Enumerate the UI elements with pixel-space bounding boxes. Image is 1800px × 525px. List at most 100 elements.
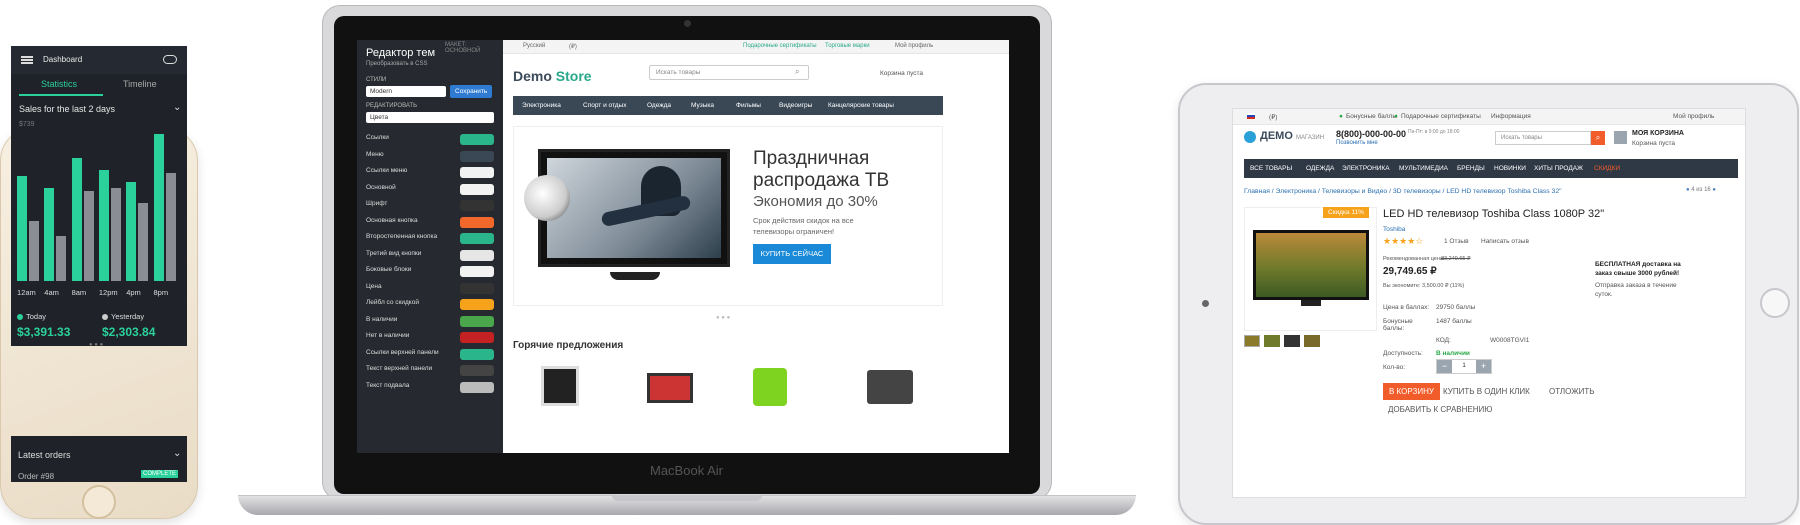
cart-link[interactable]: Корзина пуста bbox=[880, 70, 923, 77]
cart-icon[interactable] bbox=[1614, 131, 1627, 144]
thumb-1[interactable] bbox=[1244, 335, 1260, 347]
save-button[interactable]: Сохранить bbox=[450, 85, 493, 98]
color-row: Текст верхней панели bbox=[366, 365, 494, 381]
today-dot-icon bbox=[17, 314, 23, 320]
nav-item[interactable]: ХИТЫ ПРОДАЖ bbox=[1534, 165, 1583, 172]
product-image-frame[interactable] bbox=[1244, 207, 1377, 331]
convert-css-link[interactable]: Преобразовать в CSS bbox=[366, 61, 427, 67]
toggle-icon[interactable] bbox=[163, 55, 177, 64]
store-logo[interactable]: ДЕМО МАГАЗИН bbox=[1260, 130, 1324, 142]
color-swatch[interactable] bbox=[460, 134, 494, 145]
gift-link[interactable]: Подарочные сертификаты bbox=[743, 43, 817, 49]
chevron-down-icon[interactable]: ⌄ bbox=[173, 448, 181, 459]
product-thumb-phone[interactable] bbox=[753, 368, 787, 406]
style-select[interactable]: Modern bbox=[366, 86, 446, 97]
color-swatch[interactable] bbox=[460, 282, 494, 294]
buy-now-button[interactable]: КУПИТЬ СЕЙЧАС bbox=[753, 244, 831, 264]
search-icon[interactable]: ⌕ bbox=[1591, 131, 1605, 145]
nav-item[interactable]: ВСЕ ТОВАРЫ bbox=[1250, 165, 1292, 172]
search-input[interactable]: Искать товары bbox=[1495, 131, 1591, 145]
rating-stars[interactable]: ★★★★☆ bbox=[1383, 236, 1423, 247]
product-thumb-tablet[interactable] bbox=[541, 366, 579, 406]
nav-item[interactable]: Спорт и отдых bbox=[583, 102, 626, 109]
product-thumb-laptop[interactable] bbox=[647, 373, 693, 403]
brand-link[interactable]: Toshiba bbox=[1383, 226, 1405, 233]
color-swatch[interactable] bbox=[460, 233, 494, 244]
profile-link[interactable]: Мой профиль bbox=[1673, 113, 1714, 120]
breadcrumb[interactable]: Главная / Электроника / Телевизоры и Вид… bbox=[1244, 188, 1562, 195]
chevron-down-icon[interactable]: ⌄ bbox=[173, 102, 181, 113]
compare-button[interactable]: ДОБАВИТЬ К СРАВНЕНИЮ bbox=[1388, 405, 1492, 414]
nav-item[interactable]: Музыка bbox=[691, 102, 714, 109]
thumb-4[interactable] bbox=[1304, 335, 1320, 347]
nav-item[interactable]: Одежда bbox=[647, 102, 671, 109]
nav-item[interactable]: ОДЕЖДА bbox=[1306, 165, 1334, 172]
brands-link[interactable]: Торговые марки bbox=[825, 43, 870, 49]
color-row: Ссылки меню bbox=[366, 167, 494, 183]
currency-select[interactable]: (₽) bbox=[1269, 113, 1277, 121]
bar-today bbox=[126, 182, 137, 281]
bonus-link[interactable]: Бонусные баллы bbox=[1346, 113, 1397, 120]
plus-icon[interactable]: + bbox=[1476, 360, 1491, 373]
sales-bar-chart bbox=[17, 131, 181, 281]
one-click-button[interactable]: КУПИТЬ В ОДИН КЛИК bbox=[1443, 387, 1530, 396]
search-icon[interactable]: ⌕ bbox=[795, 67, 799, 77]
hamburger-icon[interactable] bbox=[21, 56, 33, 64]
nav-item[interactable]: ЭЛЕКТРОНИКА bbox=[1342, 165, 1390, 172]
color-swatch[interactable] bbox=[460, 266, 494, 277]
nav-item[interactable]: Канцелярские товары bbox=[828, 102, 894, 109]
thumb-2[interactable] bbox=[1264, 335, 1280, 347]
pager[interactable]: ● 4 из 16 ● bbox=[1686, 187, 1716, 193]
gift-link[interactable]: Подарочные сертификаты bbox=[1401, 113, 1481, 120]
logo-icon bbox=[1244, 131, 1256, 143]
color-swatch[interactable] bbox=[460, 200, 494, 211]
color-swatch[interactable] bbox=[460, 381, 494, 393]
qty-input[interactable]: 1 bbox=[1456, 362, 1472, 369]
banner-subheading: Экономия до 30% bbox=[753, 193, 878, 210]
color-swatch[interactable] bbox=[460, 249, 494, 261]
reviews-link[interactable]: 1 Отзыв bbox=[1444, 238, 1469, 245]
tab-statistics[interactable]: Statistics bbox=[41, 79, 77, 89]
color-swatch[interactable] bbox=[460, 332, 494, 343]
color-row: Нет в наличии bbox=[366, 332, 494, 348]
macbook-notch bbox=[612, 495, 762, 501]
currency-select[interactable]: (₽) bbox=[569, 43, 577, 50]
minus-icon[interactable]: − bbox=[1437, 360, 1452, 373]
phone-home-button[interactable] bbox=[82, 485, 116, 519]
write-review-link[interactable]: Написать отзыв bbox=[1481, 238, 1529, 245]
slider-dots[interactable]: ● ● ● bbox=[716, 315, 730, 321]
color-swatch[interactable] bbox=[460, 299, 494, 310]
info-link[interactable]: Информация bbox=[1491, 113, 1531, 120]
nav-item[interactable]: БРЕНДЫ bbox=[1457, 165, 1485, 172]
color-swatch[interactable] bbox=[460, 315, 494, 327]
search-input[interactable]: Искать товары bbox=[649, 65, 809, 80]
nav-item[interactable]: НОВИНКИ bbox=[1494, 165, 1526, 172]
nav-item[interactable]: Электроника bbox=[522, 102, 561, 109]
order-label[interactable]: Order #98 bbox=[18, 472, 54, 481]
profile-link[interactable]: Мой профиль bbox=[895, 43, 933, 49]
add-to-cart-button[interactable]: В КОРЗИНУ bbox=[1383, 383, 1440, 400]
color-swatch[interactable] bbox=[460, 150, 494, 162]
color-swatch[interactable] bbox=[460, 183, 494, 195]
lang-select[interactable]: Русский bbox=[523, 43, 545, 49]
tab-timeline[interactable]: Timeline bbox=[123, 79, 157, 89]
postpone-button[interactable]: ОТЛОЖИТЬ bbox=[1549, 387, 1595, 396]
nav-item-sale[interactable]: СКИДКИ bbox=[1594, 165, 1620, 172]
flag-icon[interactable] bbox=[1247, 113, 1255, 119]
nav-item[interactable]: МУЛЬТИМЕДИА bbox=[1399, 165, 1448, 172]
color-row-label: Меню bbox=[366, 150, 384, 158]
edit-select[interactable]: Цвета bbox=[366, 112, 494, 123]
nav-item[interactable]: Видеоигры bbox=[779, 102, 812, 109]
color-swatch[interactable] bbox=[460, 167, 494, 178]
nav-item[interactable]: Фильмы bbox=[736, 102, 761, 109]
store-logo[interactable]: Demo Store bbox=[513, 68, 592, 84]
cart-title[interactable]: МОЯ КОРЗИНА bbox=[1632, 130, 1684, 137]
thumb-3[interactable] bbox=[1284, 335, 1300, 347]
color-row-label: Текст верхней панели bbox=[366, 365, 433, 372]
color-swatch[interactable] bbox=[460, 365, 494, 376]
color-swatch[interactable] bbox=[460, 216, 494, 228]
ipad-home-button[interactable] bbox=[1760, 288, 1790, 318]
color-swatch[interactable] bbox=[460, 348, 494, 360]
product-thumb-camera[interactable] bbox=[867, 370, 913, 404]
callback-link[interactable]: Позвонить мне bbox=[1336, 140, 1378, 146]
